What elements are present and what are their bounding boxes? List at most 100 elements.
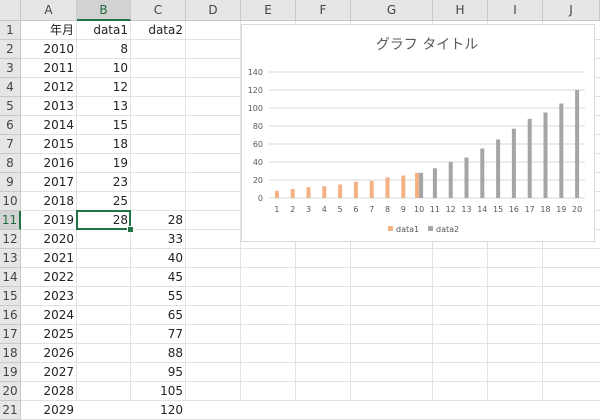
cell-c18[interactable]: 88 (131, 344, 186, 363)
cell-c17[interactable]: 77 (131, 325, 186, 344)
row-header-8[interactable]: 8 (0, 154, 21, 173)
cell-b7[interactable]: 18 (77, 135, 131, 154)
cell-a4[interactable]: 2012 (21, 78, 77, 97)
x-tick-label: 2 (290, 205, 295, 214)
row-header-1[interactable]: 1 (0, 21, 21, 40)
column-header-h[interactable]: H (433, 0, 488, 21)
cell-b13[interactable] (77, 249, 131, 268)
column-header-g[interactable]: G (351, 0, 433, 21)
cell-a19[interactable]: 2027 (21, 363, 77, 382)
cell-b2[interactable]: 8 (77, 40, 131, 59)
cell-c7[interactable] (131, 135, 186, 154)
cell-b20[interactable] (77, 382, 131, 401)
bar-data1-2 (290, 189, 295, 198)
cell-b12[interactable] (77, 230, 131, 249)
row-header-10[interactable]: 10 (0, 192, 21, 211)
row-header-19[interactable]: 19 (0, 363, 21, 382)
cell-c13[interactable]: 40 (131, 249, 186, 268)
cell-b5[interactable]: 13 (77, 97, 131, 116)
cell-b19[interactable] (77, 363, 131, 382)
column-header-a[interactable]: A (21, 0, 77, 21)
cell-c10[interactable] (131, 192, 186, 211)
row-header-9[interactable]: 9 (0, 173, 21, 192)
row-header-16[interactable]: 16 (0, 306, 21, 325)
row-header-6[interactable]: 6 (0, 116, 21, 135)
cell-c11[interactable]: 28 (131, 211, 186, 230)
cell-a10[interactable]: 2018 (21, 192, 77, 211)
cell-b6[interactable]: 15 (77, 116, 131, 135)
cell-c20[interactable]: 105 (131, 382, 186, 401)
row-header-4[interactable]: 4 (0, 78, 21, 97)
cell-a12[interactable]: 2020 (21, 230, 77, 249)
row-header-12[interactable]: 12 (0, 230, 21, 249)
row-header-11[interactable]: 11 (0, 211, 21, 230)
cell-a9[interactable]: 2017 (21, 173, 77, 192)
cell-c8[interactable] (131, 154, 186, 173)
cell-c19[interactable]: 95 (131, 363, 186, 382)
row-header-17[interactable]: 17 (0, 325, 21, 344)
row-header-15[interactable]: 15 (0, 287, 21, 306)
column-header-c[interactable]: C (131, 0, 186, 21)
cell-b8[interactable]: 19 (77, 154, 131, 173)
cell-c3[interactable] (131, 59, 186, 78)
cell-a3[interactable]: 2011 (21, 59, 77, 78)
row-header-5[interactable]: 5 (0, 97, 21, 116)
row-header-13[interactable]: 13 (0, 249, 21, 268)
row-header-2[interactable]: 2 (0, 40, 21, 59)
cell-b18[interactable] (77, 344, 131, 363)
chart-area[interactable]: グラフ タイトル 0 20 40 60 80 100 120 140 1 2 3 4 5 6 7 8 9 10 11 1… (241, 24, 595, 242)
cell-b1[interactable]: data1 (77, 21, 131, 40)
cell-a7[interactable]: 2015 (21, 135, 77, 154)
cell-c12[interactable]: 33 (131, 230, 186, 249)
cell-a13[interactable]: 2021 (21, 249, 77, 268)
column-header-j[interactable]: J (543, 0, 600, 21)
row-header-20[interactable]: 20 (0, 382, 21, 401)
cell-b17[interactable] (77, 325, 131, 344)
cell-a17[interactable]: 2025 (21, 325, 77, 344)
cell-a18[interactable]: 2026 (21, 344, 77, 363)
cell-a11[interactable]: 2019 (21, 211, 77, 230)
cell-a6[interactable]: 2014 (21, 116, 77, 135)
cell-b15[interactable] (77, 287, 131, 306)
cell-a14[interactable]: 2022 (21, 268, 77, 287)
row-header-3[interactable]: 3 (0, 59, 21, 78)
cell-a8[interactable]: 2016 (21, 154, 77, 173)
cell-a20[interactable]: 2028 (21, 382, 77, 401)
cell-c15[interactable]: 55 (131, 287, 186, 306)
cell-c5[interactable] (131, 97, 186, 116)
x-tick-label: 14 (477, 205, 487, 214)
cell-a16[interactable]: 2024 (21, 306, 77, 325)
cell-b10[interactable]: 25 (77, 192, 131, 211)
cell-a1[interactable]: 年月 (21, 21, 77, 40)
cell-c2[interactable] (131, 40, 186, 59)
row-header-14[interactable]: 14 (0, 268, 21, 287)
cell-b14[interactable] (77, 268, 131, 287)
cell-a5[interactable]: 2013 (21, 97, 77, 116)
legend-swatch-data2 (428, 226, 433, 231)
column-header-i[interactable]: I (488, 0, 543, 21)
cell-b16[interactable] (77, 306, 131, 325)
cell-c21[interactable]: 120 (131, 401, 186, 420)
select-all-corner[interactable] (0, 0, 21, 21)
row-header-18[interactable]: 18 (0, 344, 21, 363)
cell-c14[interactable]: 45 (131, 268, 186, 287)
cell-c1[interactable]: data2 (131, 21, 186, 40)
cell-c16[interactable]: 65 (131, 306, 186, 325)
cell-b11[interactable]: 28 (77, 211, 131, 230)
cell-a2[interactable]: 2010 (21, 40, 77, 59)
cell-a21[interactable]: 2029 (21, 401, 77, 420)
cell-c9[interactable] (131, 173, 186, 192)
cell-a15[interactable]: 2023 (21, 287, 77, 306)
column-header-d[interactable]: D (186, 0, 241, 21)
row-header-7[interactable]: 7 (0, 135, 21, 154)
cell-b21[interactable] (77, 401, 131, 420)
column-header-e[interactable]: E (241, 0, 296, 21)
cell-b9[interactable]: 23 (77, 173, 131, 192)
cell-c4[interactable] (131, 78, 186, 97)
row-header-21[interactable]: 21 (0, 401, 21, 420)
cell-c6[interactable] (131, 116, 186, 135)
column-header-f[interactable]: F (296, 0, 351, 21)
cell-b3[interactable]: 10 (77, 59, 131, 78)
cell-b4[interactable]: 12 (77, 78, 131, 97)
column-header-b[interactable]: B (77, 0, 131, 21)
